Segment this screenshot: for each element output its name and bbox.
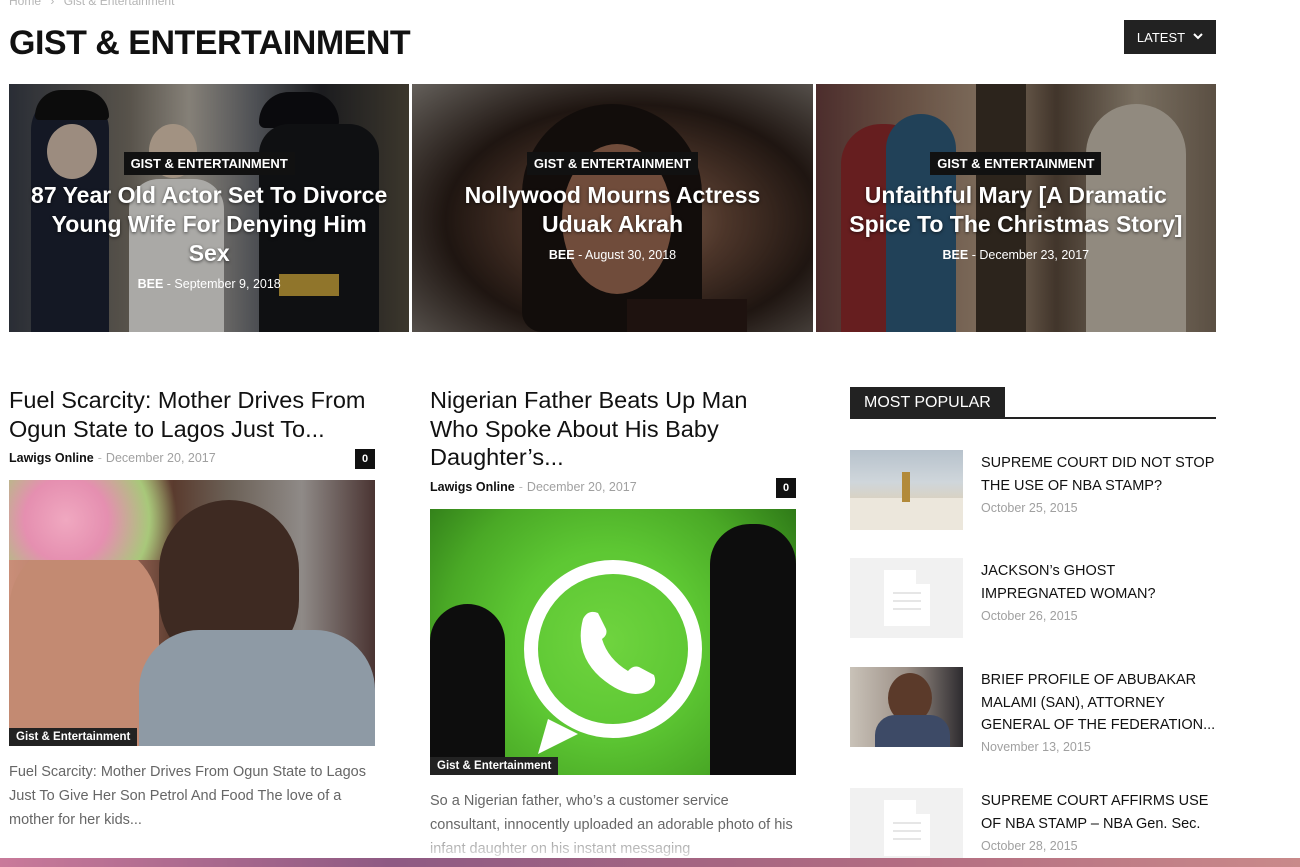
featured-post-meta: BEE - September 9, 2018	[29, 277, 389, 291]
page: Home › Gist & Entertainment GIST & ENTER…	[0, 0, 1300, 867]
featured-post-meta: BEE - August 30, 2018	[432, 248, 792, 262]
breadcrumb-current[interactable]: Gist & Entertainment	[64, 0, 175, 8]
meta-separator: -	[166, 277, 171, 291]
featured-post-title[interactable]: Nollywood Mourns Actress Uduak Akrah	[432, 181, 792, 239]
breadcrumb-home-link[interactable]: Home	[9, 0, 41, 8]
popular-item-thumbnail[interactable]	[850, 667, 963, 747]
page-title: GIST & ENTERTAINMENT	[9, 24, 411, 62]
popular-item-title[interactable]: JACKSON’s GHOST IMPREGNATED WOMAN?	[981, 560, 1221, 605]
article-thumbnail[interactable]: Gist & Entertainment	[430, 508, 796, 775]
featured-post-author[interactable]: BEE	[138, 277, 164, 291]
popular-item-title[interactable]: SUPREME COURT DID NOT STOP THE USE OF NB…	[981, 452, 1221, 497]
featured-post[interactable]: GIST & ENTERTAINMENT 87 Year Old Actor S…	[9, 84, 410, 332]
popular-item[interactable]: SUPREME COURT AFFIRMS USE OF NBA STAMP –…	[850, 788, 1216, 867]
popular-item[interactable]: JACKSON’s GHOST IMPREGNATED WOMAN? Octob…	[850, 558, 1216, 638]
article-meta: Lawigs Online - December 20, 2017 0	[430, 477, 796, 500]
comment-count-badge[interactable]: 0	[355, 449, 375, 469]
meta-separator: -	[578, 248, 583, 262]
meta-separator: -	[971, 248, 976, 262]
featured-post-category[interactable]: GIST & ENTERTAINMENT	[123, 152, 295, 175]
article-title[interactable]: Fuel Scarcity: Mother Drives From Ogun S…	[9, 386, 375, 443]
featured-post[interactable]: GIST & ENTERTAINMENT Unfaithful Mary [A …	[815, 84, 1216, 332]
sort-dropdown-button[interactable]: LATEST	[1124, 20, 1216, 54]
article-title[interactable]: Nigerian Father Beats Up Man Who Spoke A…	[430, 386, 796, 472]
whatsapp-icon	[508, 549, 718, 759]
breadcrumb-separator: ›	[50, 0, 55, 8]
featured-post-title[interactable]: Unfaithful Mary [A Dramatic Spice To The…	[836, 181, 1196, 239]
meta-separator: -	[97, 451, 102, 465]
document-placeholder-icon	[850, 558, 963, 638]
article-card: Fuel Scarcity: Mother Drives From Ogun S…	[9, 386, 375, 832]
breadcrumb: Home › Gist & Entertainment	[9, 0, 180, 8]
most-popular-heading: MOST POPULAR	[850, 387, 1216, 419]
article-category-tag[interactable]: Gist & Entertainment	[430, 756, 559, 775]
document-placeholder-icon	[850, 788, 963, 867]
popular-item-title[interactable]: SUPREME COURT AFFIRMS USE OF NBA STAMP –…	[981, 790, 1221, 835]
meta-separator: -	[518, 479, 523, 494]
os-taskbar	[0, 858, 1300, 867]
sort-dropdown-label: LATEST	[1136, 29, 1186, 45]
popular-item-thumbnail[interactable]	[850, 558, 963, 638]
article-excerpt: So a Nigerian father, who’s a customer s…	[430, 792, 793, 857]
most-popular-widget: MOST POPULAR SUPREME COURT DID NOT STOP …	[850, 387, 1216, 867]
popular-item-date: November 13, 2015	[981, 740, 1091, 754]
featured-posts: GIST & ENTERTAINMENT 87 Year Old Actor S…	[9, 84, 1216, 332]
article-thumbnail[interactable]: Gist & Entertainment	[9, 480, 375, 746]
comment-count-badge[interactable]: 0	[776, 477, 796, 498]
featured-post-category[interactable]: GIST & ENTERTAINMENT	[930, 152, 1102, 175]
featured-post-meta: BEE - December 23, 2017	[836, 248, 1196, 262]
article-card: Nigerian Father Beats Up Man Who Spoke A…	[430, 386, 796, 861]
featured-post-category[interactable]: GIST & ENTERTAINMENT	[526, 152, 699, 175]
featured-post-author[interactable]: BEE	[549, 248, 575, 262]
article-meta: Lawigs Online - December 20, 2017 0	[9, 449, 375, 471]
featured-post-title[interactable]: 87 Year Old Actor Set To Divorce Young W…	[29, 181, 389, 268]
article-date: December 20, 2017	[526, 479, 637, 494]
article-category-tag[interactable]: Gist & Entertainment	[9, 728, 138, 746]
article-date: December 20, 2017	[105, 451, 216, 465]
article-author[interactable]: Lawigs Online	[430, 480, 515, 494]
popular-item[interactable]: BRIEF PROFILE OF ABUBAKAR MALAMI (SAN), …	[850, 667, 1216, 754]
popular-item-date: October 28, 2015	[981, 839, 1078, 853]
popular-item-date: October 26, 2015	[981, 609, 1078, 623]
featured-post-author[interactable]: BEE	[943, 248, 969, 262]
featured-post-date: September 9, 2018	[174, 277, 281, 291]
popular-item-thumbnail[interactable]	[850, 788, 963, 867]
featured-post-date: August 30, 2018	[585, 248, 677, 262]
popular-item-thumbnail[interactable]	[850, 450, 963, 530]
popular-item-date: October 25, 2015	[981, 501, 1078, 515]
article-author[interactable]: Lawigs Online	[9, 451, 94, 465]
popular-item[interactable]: SUPREME COURT DID NOT STOP THE USE OF NB…	[850, 450, 1216, 530]
popular-item-title[interactable]: BRIEF PROFILE OF ABUBAKAR MALAMI (SAN), …	[981, 669, 1221, 737]
featured-post[interactable]: GIST & ENTERTAINMENT Nollywood Mourns Ac…	[412, 84, 813, 332]
article-excerpt: Fuel Scarcity: Mother Drives From Ogun S…	[9, 764, 366, 828]
chevron-down-icon	[1193, 32, 1203, 43]
featured-post-date: December 23, 2017	[979, 248, 1090, 262]
